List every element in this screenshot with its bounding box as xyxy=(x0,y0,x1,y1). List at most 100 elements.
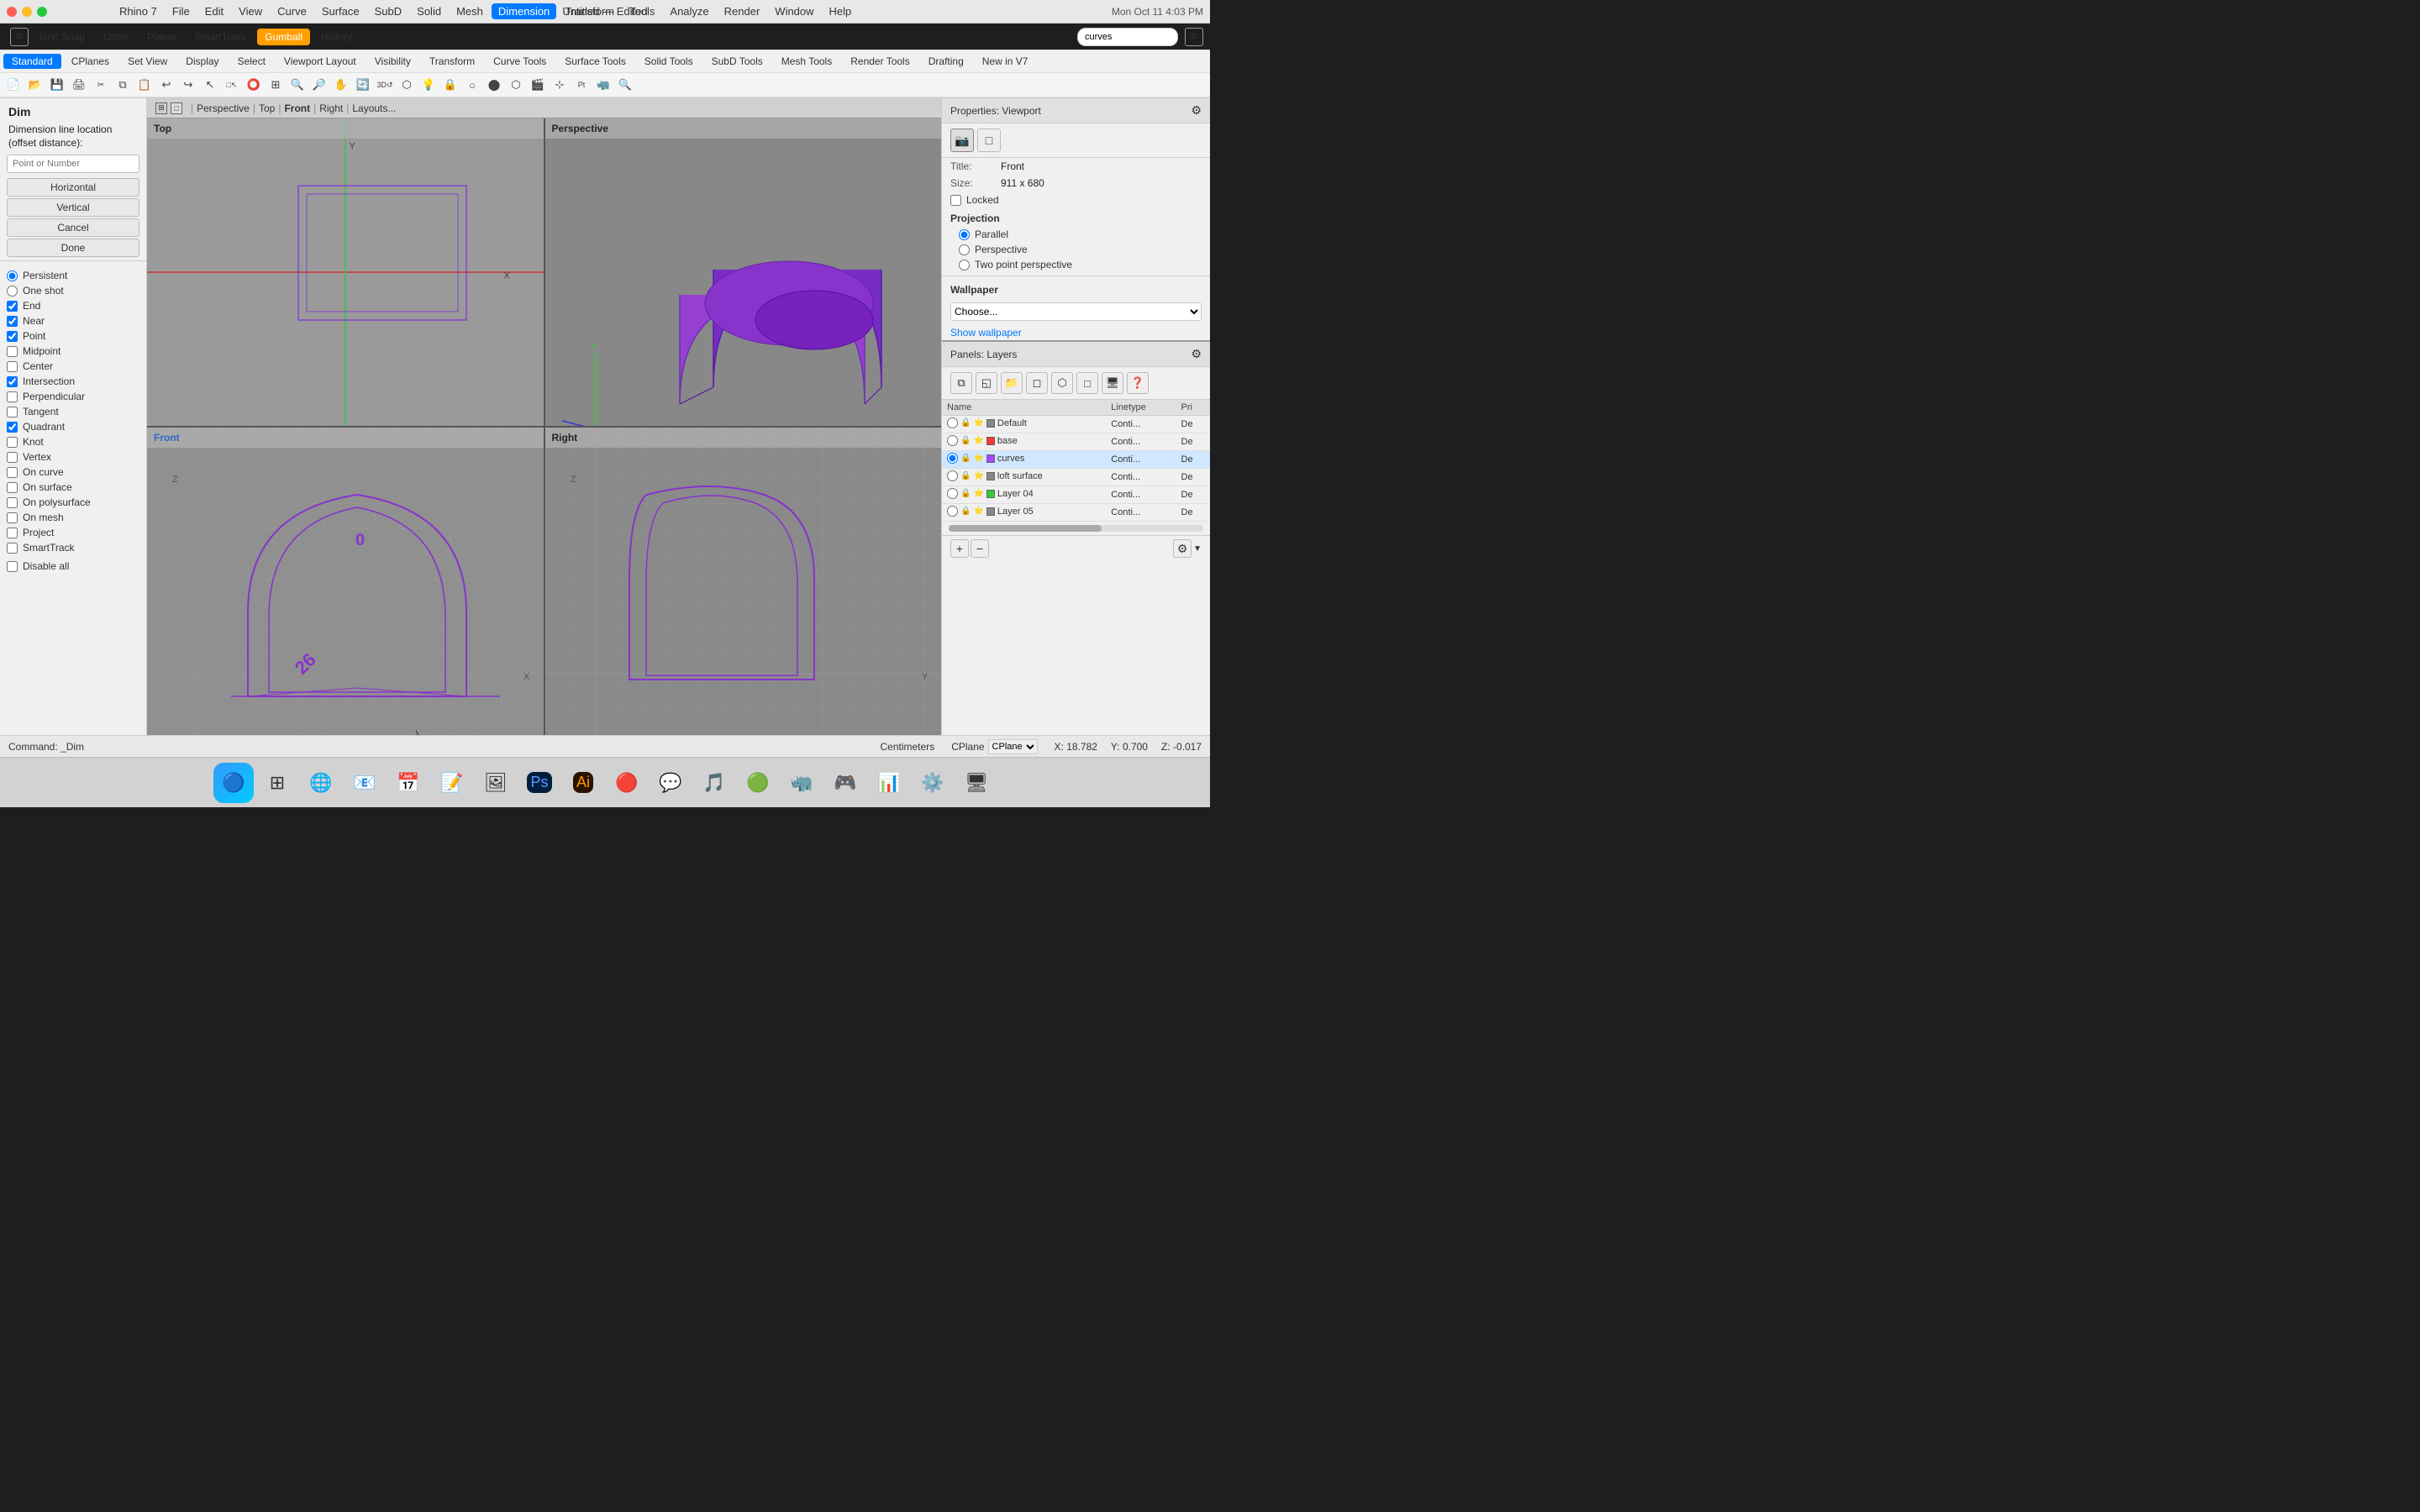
snap-on-surface[interactable]: On surface xyxy=(0,480,146,495)
dim-input[interactable] xyxy=(7,155,139,173)
tool-light[interactable]: 💡 xyxy=(418,75,439,95)
tab-standard[interactable]: Standard xyxy=(3,54,61,69)
tab-new-in-v7[interactable]: New in V7 xyxy=(974,54,1037,69)
on-mesh-checkbox[interactable] xyxy=(7,512,18,523)
dock-calendar[interactable]: 📅 xyxy=(388,763,429,803)
snap-on-curve[interactable]: On curve xyxy=(0,465,146,480)
snap-project[interactable]: Project xyxy=(0,525,146,540)
tool-sphere[interactable]: ⬤ xyxy=(484,75,504,95)
vp-tab-front[interactable]: Front xyxy=(284,102,310,114)
project-checkbox[interactable] xyxy=(7,528,18,538)
viewport-perspective[interactable]: X Y Perspective xyxy=(545,118,942,426)
viewport-right[interactable]: Z Y Right xyxy=(545,428,942,735)
tool-undo[interactable]: ↩ xyxy=(156,75,176,95)
dock-settings[interactable]: ⚙️ xyxy=(913,763,953,803)
tab-solid-tools[interactable]: Solid Tools xyxy=(636,54,702,69)
end-checkbox[interactable] xyxy=(7,301,18,312)
vp-tab-layouts[interactable]: Layouts... xyxy=(352,102,396,114)
layer-icon-8[interactable]: ❓ xyxy=(1127,372,1149,394)
menu-appname[interactable]: Rhino 7 xyxy=(113,3,164,19)
tab-viewport-layout[interactable]: Viewport Layout xyxy=(276,54,365,69)
layer-loft[interactable]: 🔒 ⭐ loft surface Conti... De xyxy=(942,469,1210,486)
locked-row[interactable]: Locked xyxy=(942,192,1210,208)
wallpaper-dropdown[interactable]: Choose... xyxy=(950,302,1202,321)
menu-solid[interactable]: Solid xyxy=(410,3,448,19)
menu-edit[interactable]: Edit xyxy=(198,3,230,19)
menu-file[interactable]: File xyxy=(166,3,197,19)
tool-paste[interactable]: 📋 xyxy=(134,75,155,95)
dock-steam[interactable]: 🎮 xyxy=(825,763,865,803)
menu-view[interactable]: View xyxy=(232,3,269,19)
layers-gear[interactable]: ⚙ xyxy=(1191,347,1202,361)
layer-05-radio[interactable] xyxy=(947,506,958,517)
tab-mesh-tools[interactable]: Mesh Tools xyxy=(773,54,840,69)
tab-transform[interactable]: Transform xyxy=(421,54,483,69)
tool-3d-rotate[interactable]: 3D↺ xyxy=(375,75,395,95)
menu-help[interactable]: Help xyxy=(823,3,859,19)
locked-checkbox[interactable] xyxy=(950,195,961,206)
dock-rhino[interactable]: 🦏 xyxy=(781,763,822,803)
dock-chrome[interactable]: 🌐 xyxy=(301,763,341,803)
disable-all-checkbox[interactable] xyxy=(7,561,18,572)
layers-scrollbar[interactable] xyxy=(949,525,1203,532)
layer-icon-3[interactable]: 📁 xyxy=(1001,372,1023,394)
proj-perspective[interactable]: Perspective xyxy=(942,242,1210,257)
snap-point[interactable]: Point xyxy=(0,328,146,344)
snap-end[interactable]: End xyxy=(0,298,146,313)
properties-gear[interactable]: ⚙ xyxy=(1191,103,1202,118)
dock-music[interactable]: 🎵 xyxy=(694,763,734,803)
layer-icon-7[interactable]: 🖥 xyxy=(1102,372,1123,394)
dock-spotify[interactable]: 🟢 xyxy=(738,763,778,803)
dock-illustrator[interactable]: Ai xyxy=(563,763,603,803)
vp-tab-right[interactable]: Right xyxy=(319,102,343,114)
midpoint-checkbox[interactable] xyxy=(7,346,18,357)
layer-icon-2[interactable]: ◱ xyxy=(976,372,997,394)
snap-disable-all[interactable]: Disable all xyxy=(0,559,146,574)
proj-parallel[interactable]: Parallel xyxy=(942,227,1210,242)
snap-quadrant[interactable]: Quadrant xyxy=(0,419,146,434)
tool-lock[interactable]: 🔒 xyxy=(440,75,460,95)
snap-near[interactable]: Near xyxy=(0,313,146,328)
center-checkbox[interactable] xyxy=(7,361,18,372)
tool-zoom-extend[interactable]: ⊞ xyxy=(266,75,286,95)
tab-surface-tools[interactable]: Surface Tools xyxy=(556,54,634,69)
tool-zoom-in[interactable]: 🔎 xyxy=(309,75,329,95)
one-shot-option[interactable]: One shot xyxy=(0,283,146,298)
intersection-checkbox[interactable] xyxy=(7,376,18,387)
vp-tab-icon-grid[interactable]: ⊞ □ xyxy=(150,101,187,116)
near-checkbox[interactable] xyxy=(7,316,18,327)
layer-curves-radio[interactable] xyxy=(947,453,958,464)
tool-mesh[interactable]: ⬡ xyxy=(506,75,526,95)
menu-dimension[interactable]: Dimension xyxy=(492,3,556,19)
layer-icon-6[interactable]: □ xyxy=(1076,372,1098,394)
layer-base[interactable]: 🔒 ⭐ base Conti... De xyxy=(942,433,1210,451)
layer-default[interactable]: 🔒 ⭐ Default Conti... De xyxy=(942,416,1210,433)
tab-cplanes[interactable]: CPlanes xyxy=(63,54,118,69)
dock-redhao[interactable]: 🔴 xyxy=(607,763,647,803)
menu-apple[interactable] xyxy=(97,3,111,19)
tool-render[interactable]: 🎬 xyxy=(528,75,548,95)
snap-on-mesh[interactable]: On mesh xyxy=(0,510,146,525)
layer-loft-radio[interactable] xyxy=(947,470,958,481)
tool-new[interactable]: 📄 xyxy=(3,75,24,95)
menu-subd[interactable]: SubD xyxy=(368,3,409,19)
tool-rotate[interactable]: 🔄 xyxy=(353,75,373,95)
on-curve-checkbox[interactable] xyxy=(7,467,18,478)
layer-base-radio[interactable] xyxy=(947,435,958,446)
tab-curve-tools[interactable]: Curve Tools xyxy=(485,54,555,69)
snap-history[interactable]: History xyxy=(313,29,360,45)
snap-ortho[interactable]: Ortho xyxy=(96,29,136,45)
prop-camera-icon[interactable]: 📷 xyxy=(950,129,974,152)
layer-05[interactable]: 🔒 ⭐ Layer 05 Conti... De xyxy=(942,504,1210,522)
dock-mail[interactable]: 📧 xyxy=(345,763,385,803)
menu-curve[interactable]: Curve xyxy=(271,3,313,19)
dock-excel[interactable]: 📊 xyxy=(869,763,909,803)
tool-window-select[interactable]: □↖ xyxy=(222,75,242,95)
snap-planar[interactable]: Planar xyxy=(139,29,184,45)
maximize-button[interactable] xyxy=(37,7,47,17)
tool-save[interactable]: 💾 xyxy=(47,75,67,95)
dock-wechat[interactable]: 💬 xyxy=(650,763,691,803)
snap-vertex[interactable]: Vertex xyxy=(0,449,146,465)
tab-render-tools[interactable]: Render Tools xyxy=(842,54,918,69)
snap-center[interactable]: Center xyxy=(0,359,146,374)
